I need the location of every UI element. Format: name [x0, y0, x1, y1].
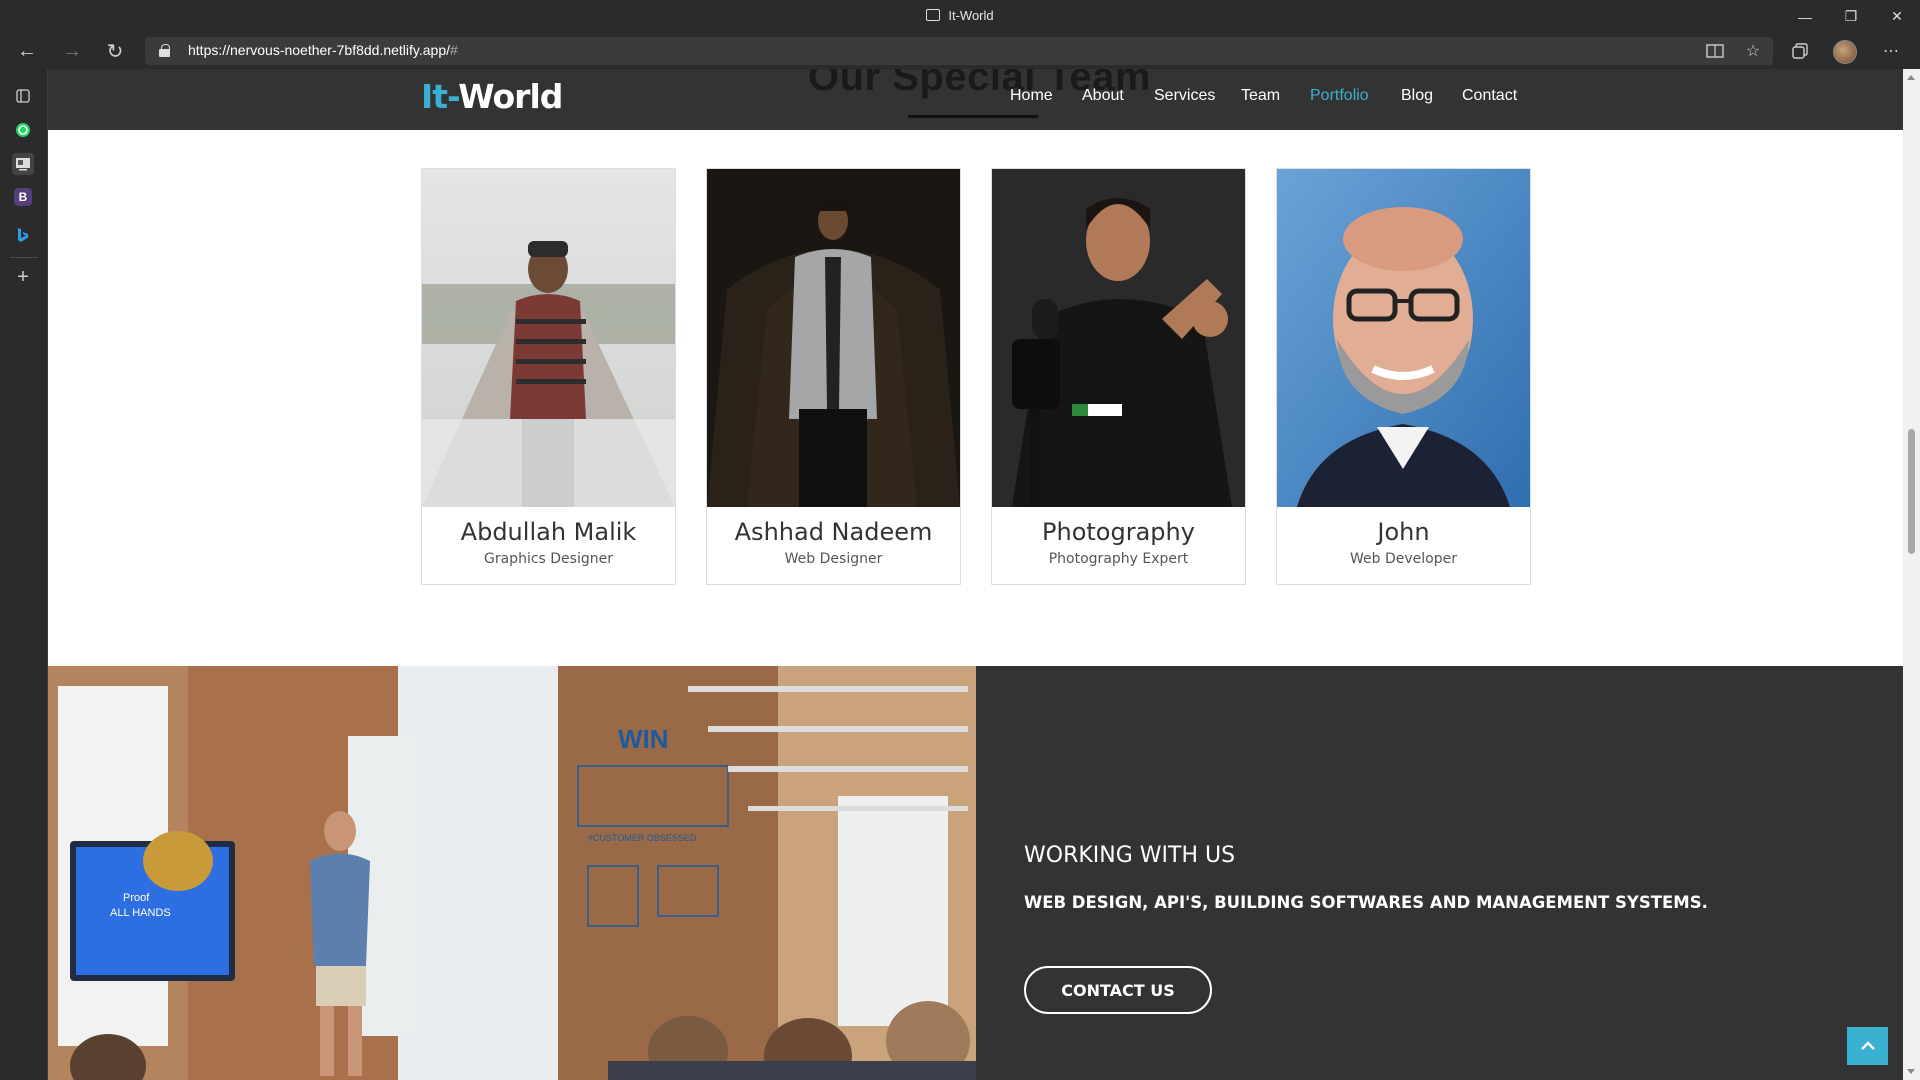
- scrollbar-thumb[interactable]: [1908, 429, 1915, 554]
- team-member-photo: [707, 169, 960, 507]
- window-title-text: It-World: [948, 8, 994, 23]
- nav-team[interactable]: Team: [1241, 87, 1280, 105]
- bootstrap-icon[interactable]: B: [14, 188, 32, 206]
- scroll-down-arrow[interactable]: [1907, 1069, 1915, 1074]
- restore-button[interactable]: ❐: [1828, 0, 1874, 33]
- page-scrollbar[interactable]: [1903, 69, 1920, 1080]
- favorites-star-icon[interactable]: ☆: [1738, 37, 1768, 65]
- team-member-role: Web Developer: [1350, 551, 1457, 567]
- refresh-button[interactable]: ↻: [100, 37, 130, 65]
- scroll-up-arrow[interactable]: [1907, 75, 1915, 80]
- site-header: Our Special Team It-World Home About Ser…: [48, 69, 1903, 130]
- title-underline: [908, 115, 1038, 118]
- nav-services[interactable]: Services: [1154, 87, 1215, 105]
- whatsapp-icon[interactable]: [12, 119, 34, 141]
- office-meeting-photo: WIN #CUSTOMER OBSESSED Proof ALL HANDS: [48, 666, 976, 1080]
- browser-toolbar: ← → ↻ https://nervous-noether-7bf8dd.net…: [0, 33, 1920, 69]
- address-bar[interactable]: https://nervous-noether-7bf8dd.netlify.a…: [145, 37, 1773, 65]
- site-logo[interactable]: It-World: [421, 77, 563, 116]
- collections-icon[interactable]: [1785, 37, 1815, 65]
- win-poster-text: WIN: [618, 724, 669, 754]
- team-member-role: Graphics Designer: [484, 551, 613, 567]
- team-member-name: Ashhad Nadeem: [734, 518, 933, 546]
- nav-blog[interactable]: Blog: [1401, 87, 1433, 105]
- lock-icon[interactable]: [159, 44, 170, 57]
- immersive-reader-icon[interactable]: [1700, 37, 1730, 65]
- team-member-name: Photography: [1042, 518, 1195, 546]
- forward-button[interactable]: →: [57, 37, 87, 65]
- reader-icon[interactable]: [12, 153, 34, 175]
- more-options-icon[interactable]: ⋯: [1876, 37, 1906, 65]
- contact-us-button[interactable]: CONTACT US: [1024, 966, 1212, 1014]
- team-card[interactable]: Photography Photography Expert: [991, 168, 1246, 585]
- team-member-photo: [422, 169, 675, 507]
- back-button[interactable]: ←: [12, 37, 42, 65]
- add-icon[interactable]: +: [12, 266, 34, 288]
- browser-sidebar: B +: [0, 69, 48, 1080]
- tv-screen-text-2: ALL HANDS: [110, 907, 171, 919]
- back-to-top-button[interactable]: [1847, 1027, 1888, 1065]
- team-member-name: Abdullah Malik: [460, 518, 637, 546]
- working-with-us-heading: WORKING WITH US: [1024, 843, 1236, 868]
- tv-screen-text-1: Proof: [123, 892, 150, 904]
- nav-portfolio[interactable]: Portfolio: [1310, 87, 1369, 105]
- team-member-role: Web Designer: [784, 551, 883, 567]
- page-favicon-icon: [926, 9, 941, 21]
- close-window-button[interactable]: ✕: [1874, 0, 1920, 33]
- chevron-up-icon: [1860, 1041, 1875, 1050]
- tabs-icon[interactable]: [12, 85, 34, 107]
- team-card[interactable]: John Web Developer: [1276, 168, 1531, 585]
- team-card[interactable]: Abdullah Malik Graphics Designer: [421, 168, 676, 585]
- sidebar-divider: [10, 257, 38, 258]
- nav-home[interactable]: Home: [1010, 87, 1053, 105]
- working-with-us-subheading: WEB DESIGN, API'S, BUILDING SOFTWARES AN…: [1024, 893, 1708, 912]
- working-with-us-section: WIN #CUSTOMER OBSESSED Proof ALL HANDS W…: [48, 666, 1903, 1080]
- minimize-button[interactable]: —: [1782, 0, 1828, 33]
- window-title: It-World: [0, 8, 1920, 23]
- bing-icon[interactable]: [12, 224, 34, 246]
- team-card[interactable]: Ashhad Nadeem Web Designer: [706, 168, 961, 585]
- page-viewport: Our Special Team It-World Home About Ser…: [48, 69, 1903, 1080]
- team-member-photo: [1277, 169, 1530, 507]
- team-member-name: John: [1377, 518, 1430, 546]
- nav-contact[interactable]: Contact: [1462, 87, 1517, 105]
- window-titlebar: It-World — ❐ ✕: [0, 0, 1920, 33]
- wall-slogan-text: #CUSTOMER OBSESSED: [588, 833, 697, 843]
- url-text[interactable]: https://nervous-noether-7bf8dd.netlify.a…: [188, 42, 458, 58]
- profile-avatar[interactable]: [1833, 40, 1857, 64]
- team-member-role: Photography Expert: [1048, 551, 1189, 567]
- nav-about[interactable]: About: [1082, 87, 1124, 105]
- team-member-photo: [992, 169, 1245, 507]
